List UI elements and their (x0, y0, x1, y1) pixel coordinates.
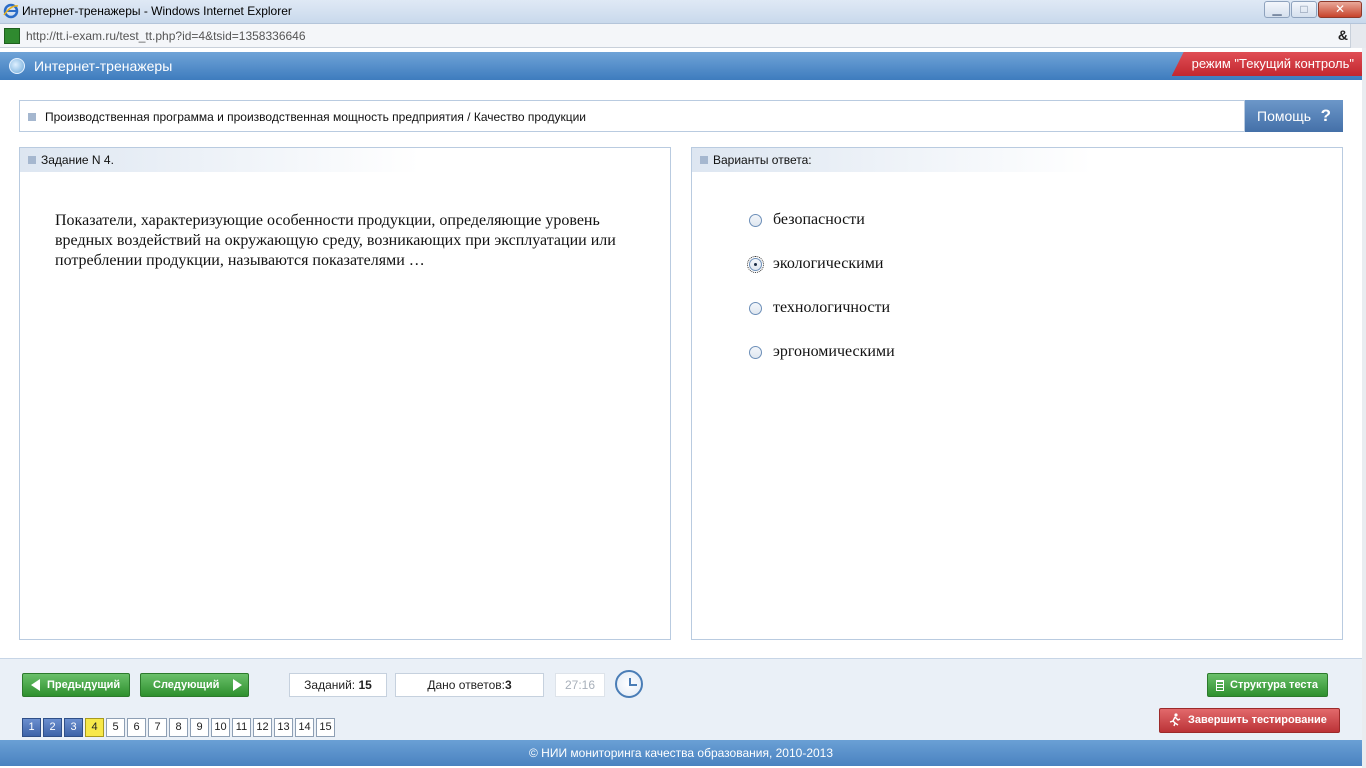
page-button-9[interactable]: 9 (190, 718, 209, 737)
page-button-4[interactable]: 4 (85, 718, 104, 737)
question-panel-header: Задание N 4. (20, 148, 420, 172)
radio-button[interactable] (749, 346, 762, 359)
answer-label[interactable]: экологическими (773, 255, 883, 273)
question-pager: 1 2 3 4 5 6 7 8 9 10 11 12 13 14 15 (22, 718, 337, 737)
site-favicon-icon (4, 28, 20, 44)
topic-bar: Производственная программа и производств… (19, 100, 1245, 132)
arrow-right-icon (233, 679, 242, 691)
page-button-3[interactable]: 3 (64, 718, 83, 737)
ie-logo-icon (3, 3, 19, 19)
tasks-count-box: Заданий: 15 (289, 673, 387, 697)
test-structure-button[interactable]: Структура теста (1207, 673, 1328, 697)
url-text[interactable]: http://tt.i-exam.ru/test_tt.php?id=4&tsi… (26, 29, 306, 43)
page-scrollbar[interactable] (1362, 48, 1366, 768)
square-bullet-icon (28, 113, 36, 121)
scrollbar-top[interactable] (1350, 24, 1366, 48)
page-button-6[interactable]: 6 (127, 718, 146, 737)
answer-label[interactable]: эргономическими (773, 343, 895, 361)
help-label: Помощь (1257, 108, 1312, 124)
page-button-5[interactable]: 5 (106, 718, 125, 737)
next-label: Следующий (153, 679, 220, 691)
previous-label: Предыдущий (47, 679, 121, 691)
page-button-15[interactable]: 15 (316, 718, 335, 737)
document-icon (1216, 680, 1224, 691)
app-header: Интернет-тренажеры режим "Текущий контро… (0, 52, 1362, 80)
mode-badge: режим "Текущий контроль" (1171, 52, 1362, 76)
address-bar[interactable]: http://tt.i-exam.ru/test_tt.php?id=4&tsi… (0, 24, 1366, 48)
minimize-button[interactable]: ▁ (1264, 1, 1290, 18)
answers-count-box: Дано ответов:3 (395, 673, 544, 697)
answer-label[interactable]: безопасности (773, 211, 865, 229)
page-button-12[interactable]: 12 (253, 718, 272, 737)
structure-label: Структура теста (1230, 679, 1319, 691)
running-man-icon (1169, 713, 1181, 727)
arrow-left-icon (31, 679, 40, 691)
minimize-icon: ▁ (1272, 2, 1282, 16)
close-button[interactable]: ✕ (1318, 1, 1362, 18)
square-bullet-icon (28, 156, 36, 164)
globe-logo-icon (9, 58, 25, 74)
compatibility-icon[interactable]: & (1338, 27, 1348, 43)
question-number: Задание N 4. (41, 153, 114, 167)
help-button[interactable]: Помощь ? (1245, 100, 1343, 132)
topic-text: Производственная программа и производств… (45, 110, 587, 124)
next-button[interactable]: Следующий (140, 673, 249, 697)
clock-icon[interactable] (615, 670, 643, 698)
window-title: Интернет-тренажеры - Windows Internet Ex… (22, 4, 292, 18)
radio-button[interactable] (749, 302, 762, 315)
question-text: Показатели, характеризующие особенности … (55, 212, 616, 269)
previous-button[interactable]: Предыдущий (22, 673, 130, 697)
question-panel: Задание N 4. Показатели, характеризующие… (19, 147, 671, 640)
tasks-count: 15 (358, 678, 372, 692)
answer-label[interactable]: технологичности (773, 299, 890, 317)
answers-count: 3 (504, 678, 512, 692)
window-controls: ▁ □ ✕ (1263, 1, 1362, 18)
radio-button[interactable] (749, 214, 762, 227)
timer: 27:16 (555, 673, 605, 697)
page-button-10[interactable]: 10 (211, 718, 230, 737)
copyright-footer: © НИИ мониторинга качества образования, … (0, 740, 1362, 766)
page-button-7[interactable]: 7 (148, 718, 167, 737)
page-button-2[interactable]: 2 (43, 718, 62, 737)
answers-count-label: Дано ответов: (427, 678, 505, 692)
answers-panel-header: Варианты ответа: (692, 148, 1092, 172)
page-button-11[interactable]: 11 (232, 718, 251, 737)
square-bullet-icon (700, 156, 708, 164)
window-titlebar: Интернет-тренажеры - Windows Internet Ex… (0, 0, 1366, 24)
finish-test-button[interactable]: Завершить тестирование (1159, 708, 1340, 733)
page-button-14[interactable]: 14 (295, 718, 314, 737)
app-title: Интернет-тренажеры (34, 58, 173, 74)
page-button-8[interactable]: 8 (169, 718, 188, 737)
tasks-label: Заданий: (304, 678, 356, 692)
page-button-1[interactable]: 1 (22, 718, 41, 737)
close-icon: ✕ (1334, 2, 1346, 16)
question-mark-icon: ? (1320, 106, 1331, 125)
answers-panel: Варианты ответа: безопасности экологичес… (691, 147, 1343, 640)
finish-label: Завершить тестирование (1188, 714, 1327, 726)
answers-header: Варианты ответа: (713, 153, 812, 167)
radio-button[interactable] (747, 256, 764, 273)
maximize-icon: □ (1300, 2, 1308, 16)
page-button-13[interactable]: 13 (274, 718, 293, 737)
maximize-button[interactable]: □ (1291, 1, 1317, 18)
